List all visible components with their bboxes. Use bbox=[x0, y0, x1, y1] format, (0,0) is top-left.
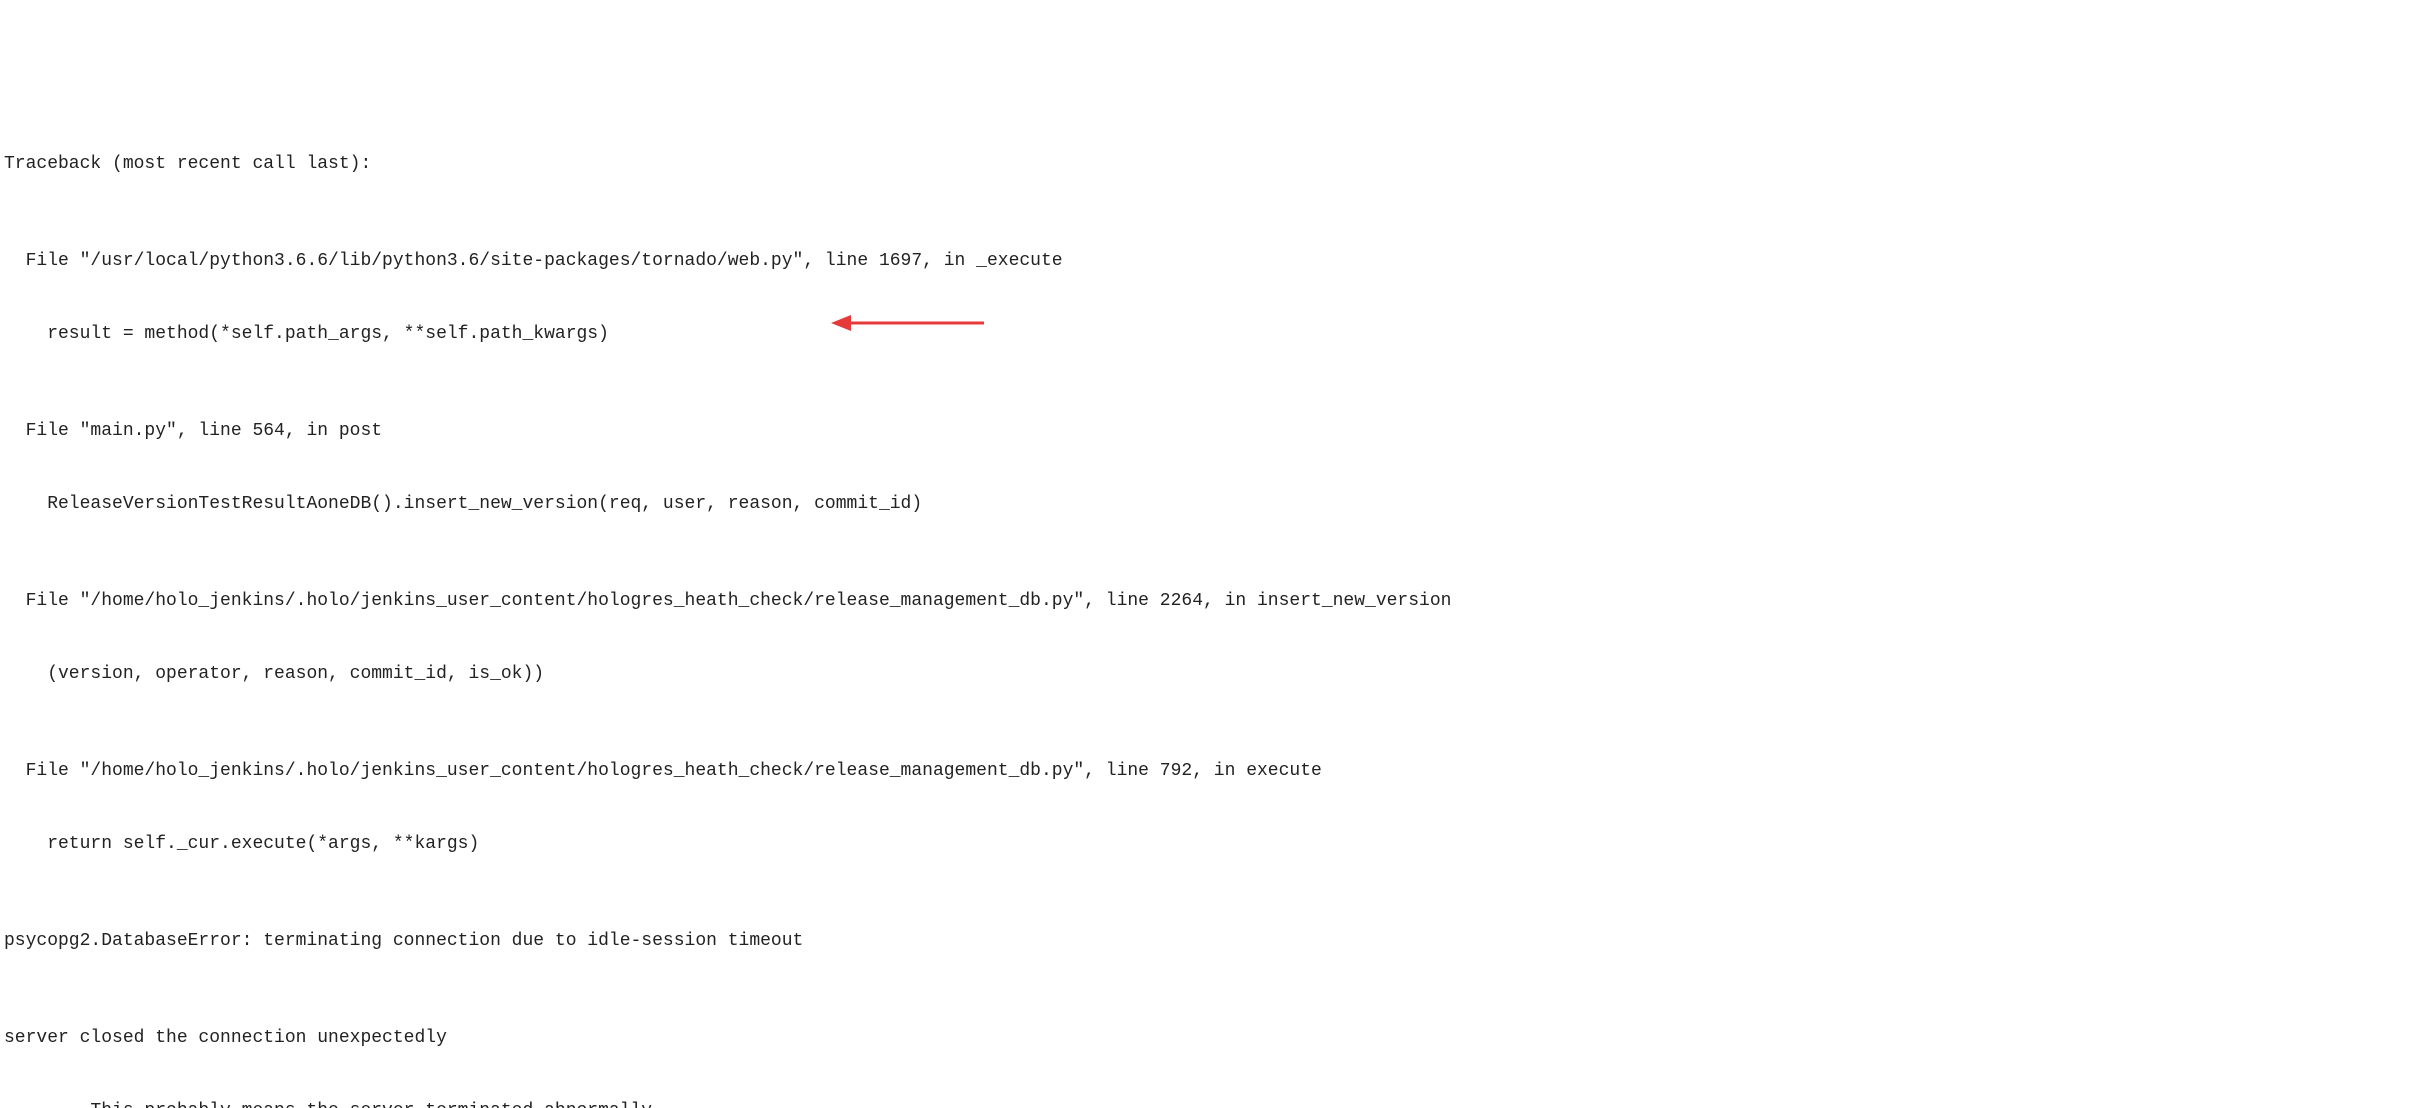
traceback-header: Traceback (most recent call last): bbox=[4, 152, 2418, 176]
frame-file-line: File "/usr/local/python3.6.6/lib/python3… bbox=[4, 249, 2418, 273]
frame-code-line: return self._cur.execute(*args, **kargs) bbox=[4, 832, 2418, 856]
frame-file-line: File "main.py", line 564, in post bbox=[4, 419, 2418, 443]
extra-line: This probably means the server terminate… bbox=[4, 1099, 2418, 1108]
extra-line: server closed the connection unexpectedl… bbox=[4, 1026, 2418, 1050]
frame-code-line: (version, operator, reason, commit_id, i… bbox=[4, 662, 2418, 686]
traceback-block: Traceback (most recent call last): File … bbox=[4, 103, 2418, 1108]
frame-file-line: File "/home/holo_jenkins/.holo/jenkins_u… bbox=[4, 759, 2418, 783]
frame-code-line: ReleaseVersionTestResultAoneDB().insert_… bbox=[4, 492, 2418, 516]
error-line: psycopg2.DatabaseError: terminating conn… bbox=[4, 929, 2418, 953]
frame-file-line: File "/home/holo_jenkins/.holo/jenkins_u… bbox=[4, 589, 2418, 613]
frame-code-line: result = method(*self.path_args, **self.… bbox=[4, 322, 2418, 346]
